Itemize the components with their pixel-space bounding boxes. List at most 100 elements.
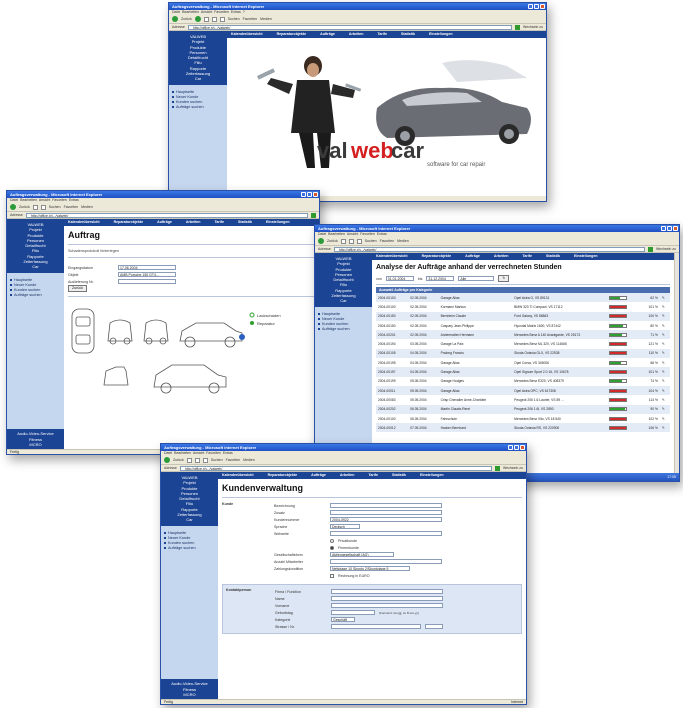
topnav-arbeiten[interactable]: Arbeiten bbox=[494, 253, 509, 260]
minimize-button[interactable] bbox=[528, 4, 533, 9]
car-top-view-icon[interactable] bbox=[71, 308, 95, 354]
car-back-view-icon[interactable] bbox=[103, 366, 129, 386]
topnav-kalender[interactable]: Kalenderübersicht bbox=[376, 253, 408, 260]
topnav-reparatur[interactable]: Reparaturobjekte bbox=[277, 31, 307, 38]
table-row[interactable]: 2004-00083 05.05.2004 Crisp Chevalier Anne… bbox=[376, 395, 670, 405]
edit-icon[interactable]: ✎ bbox=[659, 413, 670, 424]
menu-ansicht[interactable]: Ansicht bbox=[201, 10, 212, 14]
search-button[interactable]: Suchen bbox=[365, 239, 377, 243]
minimize-button[interactable] bbox=[301, 192, 306, 197]
menu-datei[interactable]: Datei bbox=[172, 10, 180, 14]
to-date-input[interactable]: 31.12.2004 bbox=[426, 276, 455, 281]
topnav-einstellungen[interactable]: Einstellungen bbox=[420, 472, 444, 479]
menu-datei[interactable]: Datei bbox=[10, 198, 18, 202]
topnav-arbeiten[interactable]: Arbeiten bbox=[349, 31, 364, 38]
minimize-button[interactable] bbox=[508, 445, 513, 450]
kategorie-select[interactable]: Geschäft bbox=[331, 617, 355, 622]
table-row[interactable]: 2004-00197 04.05.2004 Garage Alias Opel Sig… bbox=[376, 367, 670, 377]
table-row[interactable]: 2004-00195 04.05.2004 Garage Alias Opel Cor… bbox=[376, 358, 670, 368]
zurueck-button[interactable]: Zurück bbox=[68, 285, 87, 292]
address-input[interactable]: http://office.xh.../valweb/ bbox=[333, 246, 646, 252]
edit-icon[interactable]: ✎ bbox=[659, 348, 670, 359]
table-row[interactable]: 2004-00012 07.05.2004 Hadorn Bernhard Skoda… bbox=[376, 423, 670, 433]
car-front-view-icon[interactable] bbox=[107, 319, 133, 342]
edit-icon[interactable]: ✎ bbox=[659, 311, 670, 321]
refresh-icon[interactable] bbox=[194, 457, 200, 463]
menu-bearbeiten[interactable]: Bearbeiten bbox=[182, 10, 199, 14]
table-row[interactable]: 2004-00201 02.05.2004 Andermatten Hermann M… bbox=[376, 330, 670, 340]
go-icon[interactable] bbox=[495, 465, 501, 471]
maximize-button[interactable] bbox=[667, 226, 672, 231]
menu-extras[interactable]: Extras bbox=[231, 10, 241, 14]
topnav-kalender[interactable]: Kalenderübersicht bbox=[222, 472, 254, 479]
table-row[interactable]: 2004-00194 03.05.2004 Garage La Paix Merced… bbox=[376, 339, 670, 349]
menu-favoriten[interactable]: Favoriten bbox=[214, 10, 229, 14]
close-button[interactable] bbox=[313, 192, 318, 197]
home-icon[interactable] bbox=[356, 238, 362, 244]
topnav-auftraege[interactable]: Aufträge bbox=[157, 219, 172, 226]
favorites-button[interactable]: Favoriten bbox=[226, 458, 241, 462]
euro-checkbox[interactable] bbox=[330, 573, 334, 578]
go-button[interactable]: Wechseln zu bbox=[656, 247, 676, 251]
media-button[interactable]: Medien bbox=[81, 205, 92, 209]
menu-ansicht[interactable]: Ansicht bbox=[347, 232, 358, 236]
topnav-kalender[interactable]: Kalenderübersicht bbox=[231, 31, 263, 38]
search-button[interactable]: Suchen bbox=[228, 17, 240, 21]
refresh-icon[interactable] bbox=[40, 204, 46, 210]
topnav-einstellungen[interactable]: Einstellungen bbox=[574, 253, 598, 260]
car-side-right-icon[interactable] bbox=[153, 364, 227, 388]
nav-car[interactable]: Car bbox=[169, 76, 227, 81]
back-icon[interactable] bbox=[10, 204, 16, 210]
maximize-button[interactable] bbox=[534, 4, 539, 9]
address-input[interactable]: http://office.xh.../valweb/ bbox=[179, 465, 493, 471]
gesellschaftsform-select[interactable]: Aktiengesellschaft (AG) bbox=[330, 552, 394, 557]
favorites-button[interactable]: Favoriten bbox=[64, 205, 79, 209]
table-row[interactable]: 2004-00150 02.05.2004 Bernheim Claude Ford … bbox=[376, 311, 670, 321]
edit-icon[interactable]: ✎ bbox=[659, 376, 670, 386]
media-button[interactable]: Medien bbox=[260, 17, 271, 21]
legend-lackschaden-icon[interactable] bbox=[249, 312, 255, 318]
edit-icon[interactable]: ✎ bbox=[659, 339, 670, 349]
firmenkunde-radio[interactable] bbox=[330, 545, 334, 550]
firma-funktion-input[interactable] bbox=[331, 589, 443, 594]
window-title-bar[interactable]: Auftragsverwaltung - Microsoft Internet … bbox=[7, 191, 319, 198]
menu-bearbeiten[interactable]: Bearbeiten bbox=[328, 232, 345, 236]
scrollbar[interactable] bbox=[674, 253, 679, 473]
menu-extras[interactable]: Extras bbox=[69, 198, 79, 202]
car-side-left-icon[interactable] bbox=[179, 322, 243, 342]
home-icon[interactable] bbox=[219, 16, 225, 22]
close-button[interactable] bbox=[540, 4, 545, 9]
topnav-auftraege[interactable]: Aufträge bbox=[311, 472, 326, 479]
table-row[interactable]: 2004-00100 02.05.2004 Garage Alias Opel Ast… bbox=[376, 293, 670, 303]
topnav-auftraege[interactable]: Aufträge bbox=[465, 253, 480, 260]
table-row[interactable]: 2004-00011 05.05.2004 Garage Alias Opel Ast… bbox=[376, 385, 670, 396]
topnav-auftraege[interactable]: Aufträge bbox=[320, 31, 335, 38]
menu-extras[interactable]: Extras bbox=[223, 451, 233, 455]
name-input[interactable] bbox=[331, 596, 443, 601]
go-button[interactable]: Wechseln zu bbox=[503, 466, 523, 470]
damage-marker[interactable] bbox=[239, 334, 245, 340]
privatkunde-radio[interactable] bbox=[330, 538, 334, 543]
edit-icon[interactable]: ✎ bbox=[659, 330, 670, 340]
edit-icon[interactable]: ✎ bbox=[659, 358, 670, 368]
topnav-statistik[interactable]: Statistik bbox=[392, 472, 406, 479]
menu-ansicht[interactable]: Ansicht bbox=[39, 198, 50, 202]
maximize-button[interactable] bbox=[307, 192, 312, 197]
mitarbeiter-input[interactable] bbox=[330, 559, 442, 564]
favorites-button[interactable]: Favoriten bbox=[243, 17, 258, 21]
sprache-select[interactable]: Deutsch bbox=[330, 524, 360, 529]
close-button[interactable] bbox=[673, 226, 678, 231]
stop-icon[interactable] bbox=[186, 457, 192, 463]
window-title-bar[interactable]: Auftragsverwaltung - Microsoft Internet … bbox=[161, 444, 526, 451]
favorites-button[interactable]: Favoriten bbox=[380, 239, 395, 243]
back-label[interactable]: Zurück bbox=[327, 239, 338, 243]
nav-mcro[interactable]: MCRO bbox=[7, 442, 64, 447]
edit-icon[interactable]: ✎ bbox=[659, 395, 670, 405]
category-select[interactable]: Alle bbox=[458, 276, 495, 281]
hausnummer-input[interactable] bbox=[425, 624, 443, 629]
eingangsdatum-input[interactable]: 17.06.2004 bbox=[118, 265, 176, 270]
stop-icon[interactable] bbox=[32, 204, 38, 210]
minimize-button[interactable] bbox=[661, 226, 666, 231]
topnav-statistik[interactable]: Statistik bbox=[401, 31, 415, 38]
topnav-arbeiten[interactable]: Arbeiten bbox=[186, 219, 201, 226]
